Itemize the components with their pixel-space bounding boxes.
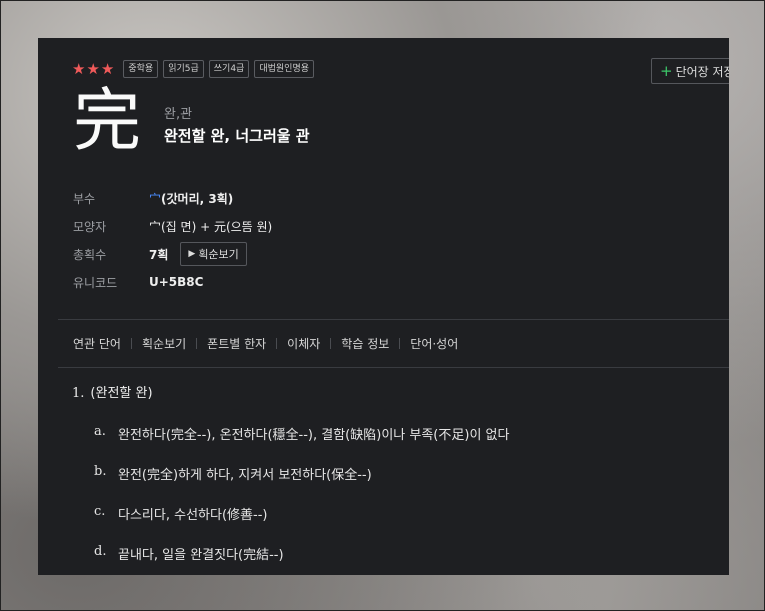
list-item: b. 완전(完全)하게 하다, 지켜서 보전하다(保全--): [94, 464, 509, 504]
hanja-reading: 완,관: [164, 107, 193, 122]
list-item: d. 끝내다, 일을 완결짓다(完結--): [94, 544, 509, 575]
tab-separator: [130, 338, 132, 349]
tab-separator: [196, 338, 198, 349]
badge-reading-level: 읽기5급: [163, 60, 204, 78]
radical-link[interactable]: 宀: [149, 192, 161, 206]
badge-row: ★★★ 중학용 읽기5급 쓰기4급 대법원인명용: [72, 60, 319, 78]
strokes-row: 총획수 7획 ▶ 획순보기: [73, 240, 272, 268]
shape-label: 모양자: [73, 219, 107, 234]
tab-words-idioms[interactable]: 단어·성어: [410, 335, 458, 352]
tab-variants[interactable]: 이체자: [287, 335, 320, 352]
tab-fonts[interactable]: 폰트별 한자: [207, 335, 266, 352]
hanja-info: 부수 宀(갓머리, 3획) 모양자 宀(집 면) + 元(으뜸 원) 총획수 7…: [73, 184, 272, 296]
item-letter: b.: [94, 464, 107, 479]
badge-name-use: 대법원인명용: [254, 60, 315, 78]
unicode-row: 유니코드 U+5B8C: [73, 268, 272, 296]
section-tabs: 연관 단어 획순보기 폰트별 한자 이체자 학습 정보 단어·성어: [73, 335, 458, 352]
badge-middle-school: 중학용: [123, 60, 159, 78]
item-text: 완전(完全)하게 하다, 지켜서 보전하다(保全--): [118, 468, 372, 483]
tab-separator: [330, 338, 332, 349]
radical-value: (갓머리, 3획): [161, 191, 234, 206]
save-to-wordbook-button[interactable]: + 단어장 저장: [651, 58, 729, 84]
hanja-dictionary-panel: ★★★ 중학용 읽기5급 쓰기4급 대법원인명용 + 단어장 저장 完 완,관 …: [38, 38, 729, 575]
stroke-order-button[interactable]: ▶ 획순보기: [180, 242, 247, 266]
strokes-value: 7획: [149, 247, 169, 262]
radical-row: 부수 宀(갓머리, 3획): [73, 184, 272, 212]
definition-list: a. 완전하다(完全--), 온전하다(穩全--), 결함(缺陷)이나 부족(不…: [94, 424, 509, 575]
save-button-label: 단어장 저장: [675, 64, 729, 79]
item-letter: d.: [94, 544, 107, 559]
importance-stars: ★★★: [72, 60, 116, 78]
tab-learning-info[interactable]: 학습 정보: [341, 335, 389, 352]
badge-writing-level: 쓰기4급: [208, 60, 250, 78]
tab-separator: [276, 338, 278, 349]
definition-title: (완전할 완): [90, 386, 153, 401]
background-frame: ★★★ 중학용 읽기5급 쓰기4급 대법원인명용 + 단어장 저장 完 완,관 …: [0, 0, 765, 611]
tab-separator: [399, 338, 401, 349]
tab-related-words[interactable]: 연관 단어: [73, 335, 121, 352]
list-item: c. 다스리다, 수선하다(修善--): [94, 504, 509, 544]
item-letter: c.: [94, 504, 106, 519]
tab-stroke-order[interactable]: 획순보기: [142, 335, 186, 352]
divider: [58, 367, 729, 368]
unicode-label: 유니코드: [73, 275, 118, 290]
item-letter: a.: [94, 424, 106, 439]
item-text: 끝내다, 일을 완결짓다(完結--): [118, 548, 284, 563]
hanja-character: 完: [73, 82, 142, 161]
definition-number: 1.: [72, 386, 85, 401]
item-text: 완전하다(完全--), 온전하다(穩全--), 결함(缺陷)이나 부족(不足)이…: [118, 428, 510, 443]
radical-label: 부수: [73, 191, 96, 206]
list-item: a. 완전하다(完全--), 온전하다(穩全--), 결함(缺陷)이나 부족(不…: [94, 424, 509, 464]
shape-value: 宀(집 면) + 元(으뜸 원): [149, 219, 273, 234]
stroke-order-label: 획순보기: [198, 248, 239, 261]
divider: [58, 319, 729, 320]
item-text: 다스리다, 수선하다(修善--): [118, 508, 268, 523]
plus-icon: +: [660, 62, 673, 80]
shape-row: 모양자 宀(집 면) + 元(으뜸 원): [73, 212, 272, 240]
definition-heading: 1. (완전할 완): [72, 382, 153, 401]
strokes-label: 총획수: [73, 247, 107, 262]
hanja-meaning: 완전할 완, 너그러울 관: [164, 127, 310, 145]
play-icon: ▶: [188, 249, 196, 259]
unicode-value: U+5B8C: [149, 275, 204, 289]
